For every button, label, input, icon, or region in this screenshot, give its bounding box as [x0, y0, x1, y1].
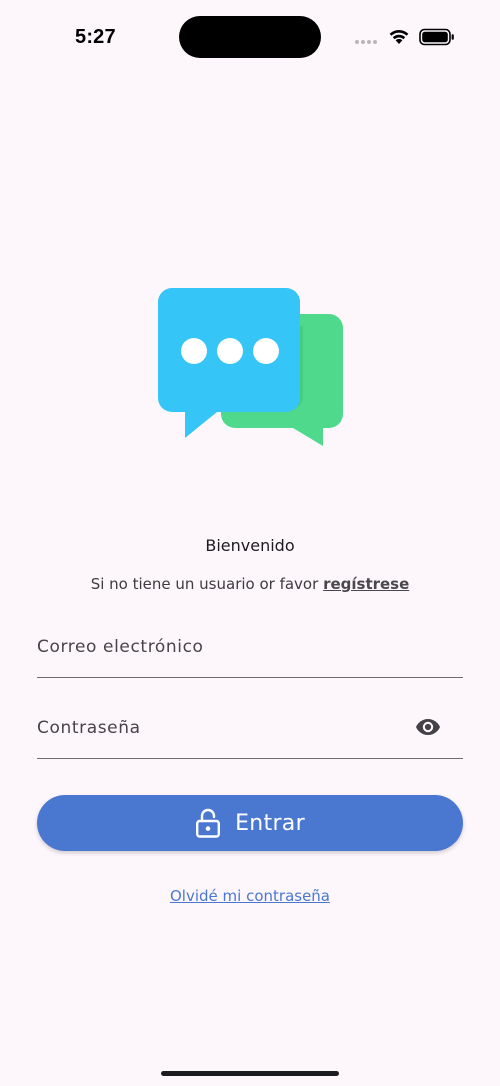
status-time: 5:27	[75, 26, 116, 48]
register-link[interactable]: regístrese	[323, 575, 409, 593]
battery-icon	[419, 28, 454, 46]
password-field[interactable]: Contraseña	[37, 698, 463, 759]
wifi-icon	[389, 29, 409, 44]
welcome-title: Bienvenido	[205, 536, 295, 555]
home-indicator[interactable]	[161, 1071, 339, 1076]
status-bar: 5:27	[0, 0, 500, 76]
register-prompt: Si no tiene un usuario or favor regístre…	[0, 575, 500, 593]
login-button-label: Entrar	[235, 810, 305, 836]
eye-icon[interactable]	[415, 716, 441, 738]
register-prompt-text: Si no tiene un usuario or favor	[90, 575, 319, 593]
unlocked-padlock-icon	[196, 808, 221, 838]
password-input[interactable]	[37, 698, 463, 758]
cellular-signal-icon	[355, 40, 377, 44]
dynamic-island	[179, 16, 321, 58]
chat-bubbles-logo	[158, 288, 343, 446]
email-input[interactable]	[37, 617, 463, 677]
login-button[interactable]: Entrar	[37, 795, 463, 851]
forgot-password-link[interactable]: Olvidé mi contraseña	[0, 887, 500, 905]
email-field[interactable]: Correo electrónico	[37, 617, 463, 678]
